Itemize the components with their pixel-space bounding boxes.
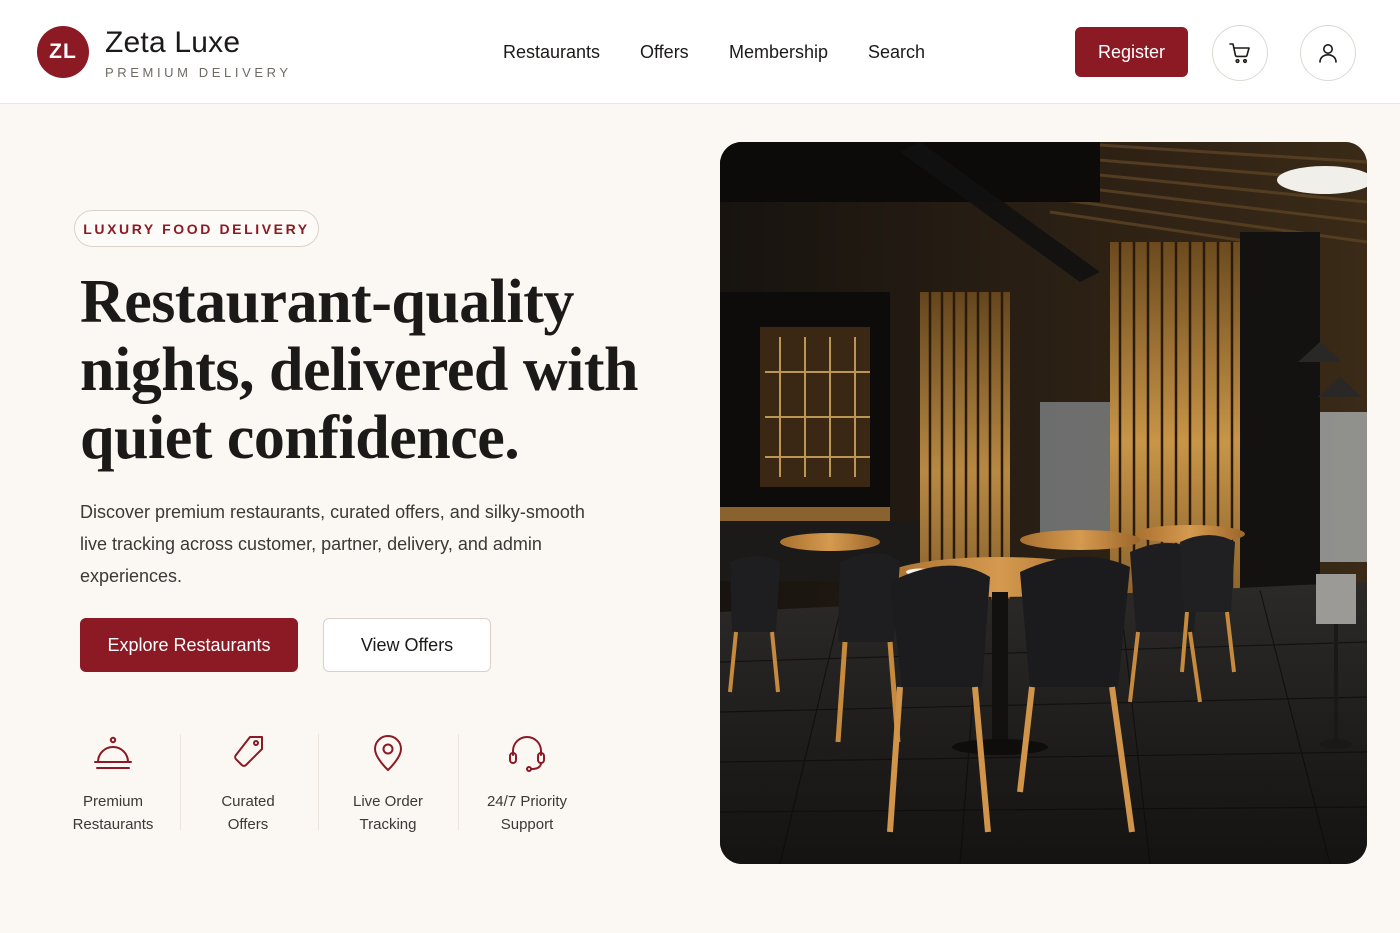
user-icon bbox=[1319, 44, 1337, 63]
hero-title: Restaurant-quality nights, delivered wit… bbox=[80, 268, 638, 472]
logo-badge[interactable]: ZL bbox=[37, 26, 89, 78]
headset-icon bbox=[509, 736, 545, 772]
feature-live-tracking: Live Order Tracking bbox=[318, 730, 458, 836]
tag-icon bbox=[234, 736, 263, 767]
feature-label: Premium Restaurants bbox=[72, 793, 154, 833]
view-offers-button[interactable]: View Offers bbox=[323, 618, 491, 672]
nav-offers[interactable]: Offers bbox=[640, 42, 689, 63]
site-header: ZL Zeta Luxe PREMIUM DELIVERY Restaurant… bbox=[0, 0, 1400, 104]
feature-curated-offers: Curated Offers bbox=[178, 730, 318, 836]
cart-icon bbox=[1229, 43, 1250, 64]
nav-search[interactable]: Search bbox=[868, 42, 925, 63]
register-button[interactable]: Register bbox=[1075, 27, 1188, 77]
feature-label: 24/7 Priority Support bbox=[486, 793, 568, 833]
nav-membership[interactable]: Membership bbox=[729, 42, 828, 63]
hero-description: Discover premium restaurants, curated of… bbox=[80, 502, 585, 586]
feature-label: Live Order Tracking bbox=[352, 793, 424, 833]
feature-priority-support: 24/7 Priority Support bbox=[457, 730, 597, 836]
location-pin-icon bbox=[374, 735, 402, 771]
cloche-icon bbox=[94, 736, 132, 769]
brand-tagline: PREMIUM DELIVERY bbox=[105, 65, 292, 80]
restaurant-interior-image bbox=[720, 142, 1367, 864]
nav-restaurants[interactable]: Restaurants bbox=[503, 42, 600, 63]
feature-label: Curated Offers bbox=[221, 793, 275, 833]
brand-name[interactable]: Zeta Luxe bbox=[105, 26, 240, 60]
explore-restaurants-button[interactable]: Explore Restaurants bbox=[80, 618, 298, 672]
feature-premium-restaurants: Premium Restaurants bbox=[43, 730, 183, 836]
hero-tag: LUXURY FOOD DELIVERY bbox=[74, 210, 319, 247]
cart-button[interactable] bbox=[1212, 25, 1268, 81]
account-button[interactable] bbox=[1300, 25, 1356, 81]
